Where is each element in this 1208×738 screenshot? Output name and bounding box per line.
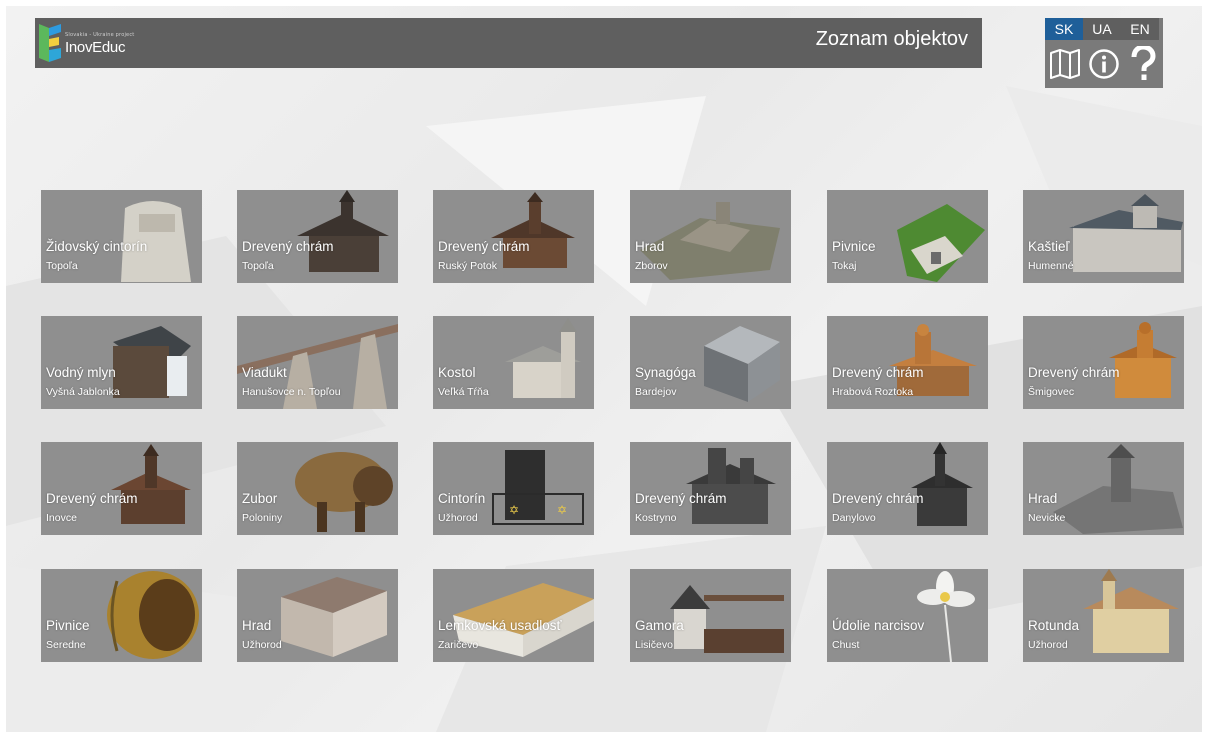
object-location: Seredne — [46, 639, 86, 651]
help-icon — [1131, 46, 1156, 80]
info-button[interactable] — [1087, 44, 1121, 84]
object-name: Gamora — [635, 618, 684, 633]
object-location: Ruský Potok — [438, 260, 497, 272]
object-location: Lisičevo — [635, 639, 673, 651]
object-tile[interactable]: Drevený chrám Inovce — [41, 442, 202, 535]
object-name: Pivnice — [832, 239, 876, 254]
object-location: Topoľa — [46, 260, 78, 272]
object-location: Užhorod — [1028, 639, 1068, 651]
object-location: Veľká Tŕňa — [438, 386, 489, 398]
object-name: Drevený chrám — [832, 491, 924, 506]
svg-text:✡: ✡ — [509, 503, 519, 517]
object-name: Hrad — [1028, 491, 1058, 506]
corner-toolbar: SK UA EN — [1045, 18, 1163, 88]
object-location: Užhorod — [242, 639, 282, 651]
object-location: Inovce — [46, 512, 77, 524]
object-name: Drevený chrám — [46, 491, 138, 506]
object-location: Tokaj — [832, 260, 857, 272]
object-name: Drevený chrám — [242, 239, 334, 254]
object-location: Šmigovec — [1028, 386, 1075, 398]
lang-ua-button[interactable]: UA — [1083, 18, 1121, 40]
object-tile[interactable]: Hrad Zborov — [630, 190, 791, 283]
object-name: Drevený chrám — [438, 239, 530, 254]
object-tile[interactable]: Drevený chrám Kostryno — [630, 442, 791, 535]
object-tile[interactable]: Gamora Lisičevo — [630, 569, 791, 662]
object-location: Zborov — [635, 260, 668, 272]
object-tile[interactable]: Kostol Veľká Tŕňa — [433, 316, 594, 409]
object-tile[interactable]: Hrad Užhorod — [237, 569, 398, 662]
object-name: Lemkovská usadlosť — [438, 618, 562, 633]
object-name: Drevený chrám — [1028, 365, 1120, 380]
object-location: Hrabová Roztoka — [832, 386, 914, 398]
object-name: Cintorín — [438, 491, 486, 506]
object-location: Vyšná Jablonka — [46, 386, 120, 398]
help-button[interactable] — [1126, 44, 1160, 84]
object-name: Drevený chrám — [832, 365, 924, 380]
object-tile[interactable]: Drevený chrám Topoľa — [237, 190, 398, 283]
object-location: Zaričevo — [438, 639, 479, 651]
object-name: Synagóga — [635, 365, 696, 380]
object-tile[interactable]: Rotunda Užhorod — [1023, 569, 1184, 662]
object-location: Užhorod — [438, 512, 478, 524]
page-title: Zoznam objektov — [815, 28, 968, 50]
object-tile[interactable]: Synagóga Bardejov — [630, 316, 791, 409]
object-name: Zubor — [242, 491, 278, 506]
object-tile[interactable]: Kaštieľ Humenné — [1023, 190, 1184, 283]
object-tile[interactable]: Viadukt Hanušovce n. Topľou — [237, 316, 398, 409]
object-location: Hanušovce n. Topľou — [242, 386, 341, 398]
object-location: Kostryno — [635, 512, 677, 524]
map-button[interactable] — [1048, 44, 1082, 84]
object-tile[interactable]: Pivnice Tokaj — [827, 190, 988, 283]
object-tile[interactable]: Lemkovská usadlosť Zaričevo — [433, 569, 594, 662]
object-tile[interactable]: Zubor Poloniny — [237, 442, 398, 535]
object-name: Pivnice — [46, 618, 90, 633]
object-tile[interactable]: Vodný mlyn Vyšná Jablonka — [41, 316, 202, 409]
object-location: Topoľa — [242, 260, 274, 272]
lang-sk-button[interactable]: SK — [1045, 18, 1083, 40]
object-tile[interactable]: ✡ ✡ Cintorín Užhorod — [433, 442, 594, 535]
object-tile[interactable]: Drevený chrám Ruský Potok — [433, 190, 594, 283]
object-location: Bardejov — [635, 386, 677, 398]
object-location: Danylovo — [832, 512, 876, 524]
object-tile[interactable]: Drevený chrám Šmigovec — [1023, 316, 1184, 409]
object-tile[interactable]: Drevený chrám Hrabová Roztoka — [827, 316, 988, 409]
object-location: Poloniny — [242, 512, 283, 524]
object-location: Humenné — [1028, 260, 1074, 272]
object-tile[interactable]: Drevený chrám Danylovo — [827, 442, 988, 535]
language-switcher: SK UA EN — [1045, 18, 1163, 40]
object-location: Chust — [832, 639, 860, 651]
svg-text:✡: ✡ — [557, 503, 567, 517]
object-location: Nevicke — [1028, 512, 1066, 524]
object-name: Kostol — [438, 365, 476, 380]
object-tile[interactable]: Pivnice Seredne — [41, 569, 202, 662]
object-name: Údolie narcisov — [832, 618, 925, 633]
logo-name: InovEduc — [65, 39, 126, 56]
object-name: Drevený chrám — [635, 491, 727, 506]
object-name: Viadukt — [242, 365, 287, 380]
inoveduc-logo[interactable]: Slovakia - Ukraine project InovEduc — [39, 24, 169, 64]
object-name: Rotunda — [1028, 618, 1080, 633]
object-name: Kaštieľ — [1028, 239, 1070, 254]
logo-tagline: Slovakia - Ukraine project — [65, 32, 135, 38]
object-name: Židovský cintorín — [46, 239, 148, 254]
lang-en-button[interactable]: EN — [1121, 18, 1159, 40]
object-tile[interactable]: Židovský cintorín Topoľa — [41, 190, 202, 283]
object-tile[interactable]: Údolie narcisov Chust — [827, 569, 988, 662]
object-name: Hrad — [635, 239, 665, 254]
logo-mark-icon — [39, 24, 61, 62]
top-bar: Slovakia - Ukraine project InovEduc Zozn… — [35, 18, 982, 68]
toolbar-icons — [1045, 40, 1163, 88]
info-icon — [1089, 49, 1119, 79]
map-icon — [1049, 49, 1080, 79]
object-tile[interactable]: Hrad Nevicke — [1023, 442, 1184, 535]
object-name: Hrad — [242, 618, 272, 633]
object-name: Vodný mlyn — [46, 365, 116, 380]
